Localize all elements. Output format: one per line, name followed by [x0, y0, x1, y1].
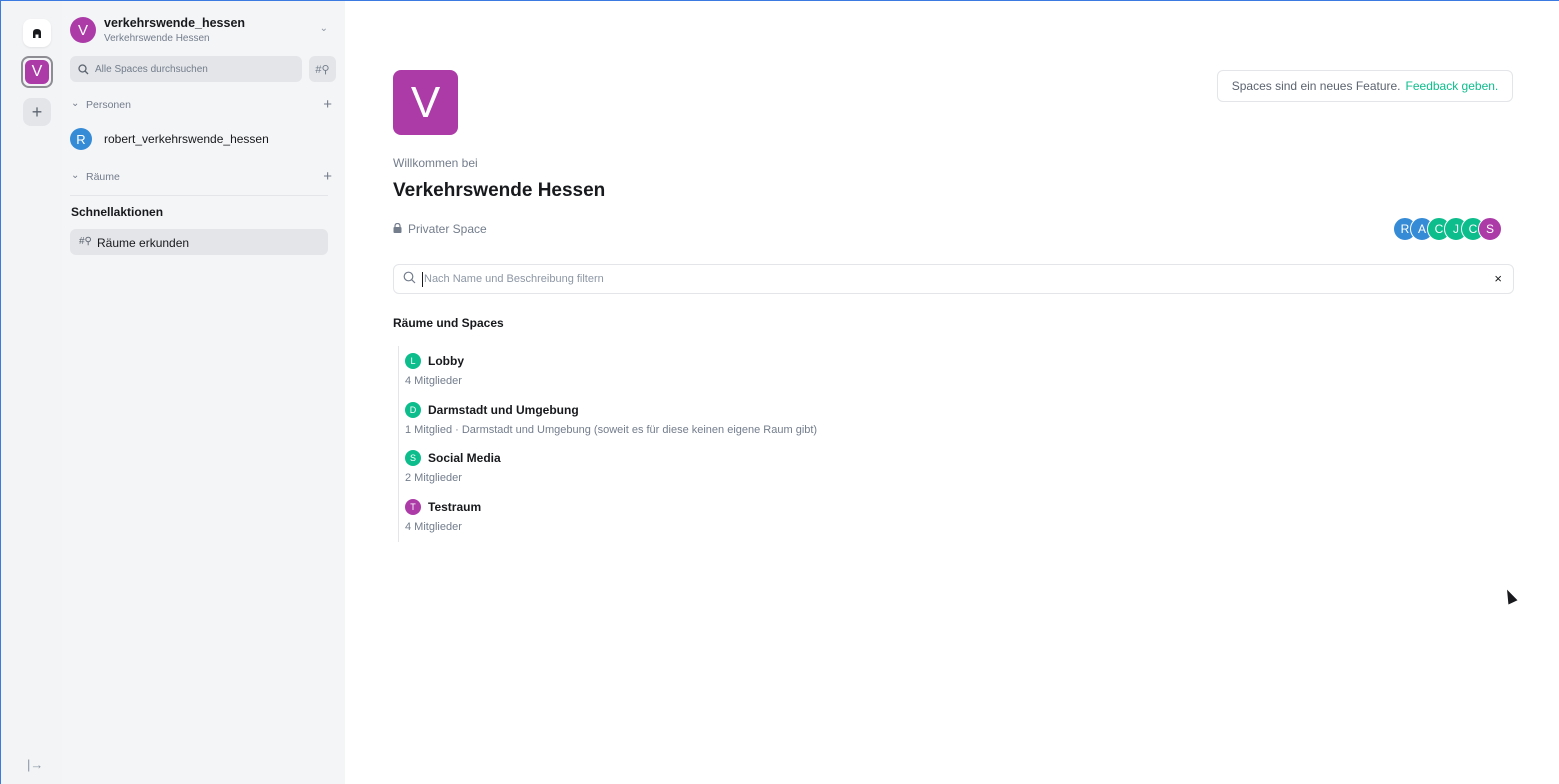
home-icon: [33, 29, 41, 38]
divider: [70, 195, 328, 196]
room-item-social-media[interactable]: S Social Media 2 Mitglieder: [405, 445, 1105, 485]
space-rail: V + |→: [1, 1, 62, 784]
chevron-down-icon: ⌄: [319, 23, 328, 34]
space-subtitle: Verkehrswende Hessen: [104, 33, 210, 44]
dm-name: robert_verkehrswende_hessen: [104, 132, 269, 146]
page-title: Verkehrswende Hessen: [393, 180, 606, 201]
explore-rooms-button[interactable]: #⚲: [309, 56, 336, 82]
member-avatar: S: [1478, 217, 1502, 241]
space-home: V Spaces sind ein neues Feature. Feedbac…: [345, 1, 1559, 784]
rooms-heading: Räume und Spaces: [393, 316, 504, 330]
chevron-down-icon: ⌄: [71, 170, 80, 181]
dm-item-robert[interactable]: R robert_verkehrswende_hessen: [70, 127, 336, 151]
room-item-lobby[interactable]: L Lobby 4 Mitglieder: [405, 348, 1105, 388]
room-name: Darmstadt und Umgebung: [428, 403, 579, 417]
room-avatar: T: [405, 499, 421, 515]
room-item-testraum[interactable]: T Testraum 4 Mitglieder: [405, 494, 1105, 534]
room-avatar: L: [405, 353, 421, 369]
room-name: Lobby: [428, 354, 464, 368]
people-section-header[interactable]: ⌄ Personen +: [70, 96, 336, 115]
explore-icon: #⚲: [315, 63, 330, 76]
room-avatar: D: [405, 402, 421, 418]
space-context-menu-button[interactable]: V verkehrswende_hessen Verkehrswende Hes…: [70, 15, 336, 49]
room-meta: 4 Mitglieder: [405, 521, 462, 533]
room-avatar: S: [405, 450, 421, 466]
space-avatar: V: [70, 17, 96, 43]
room-name: Testraum: [428, 500, 482, 514]
chevron-down-icon: ⌄: [71, 98, 80, 109]
avatar: R: [70, 128, 92, 150]
welcome-label: Willkommen bei: [393, 156, 478, 170]
space-search-input[interactable]: Alle Spaces durchsuchen: [70, 56, 302, 82]
room-meta: 2 Mitglieder: [405, 472, 462, 484]
space-avatar-large: V: [393, 70, 458, 135]
feedback-text: Spaces sind ein neues Feature.: [1231, 79, 1401, 93]
home-button[interactable]: [23, 19, 51, 47]
quick-action-label: Räume erkunden: [97, 236, 190, 250]
quick-actions-title: Schnellaktionen: [71, 205, 164, 219]
rooms-section-label: Räume: [86, 171, 120, 183]
space-button-verkehrswende[interactable]: V: [21, 56, 53, 88]
search-placeholder: Alle Spaces durchsuchen: [95, 63, 208, 75]
room-tree-line: [398, 346, 399, 542]
filter-placeholder: Nach Name und Beschreibung filtern: [424, 273, 604, 285]
space-avatar: V: [25, 60, 49, 84]
room-item-darmstadt[interactable]: D Darmstadt und Umgebung 1 Mitglied · Da…: [405, 397, 1105, 437]
room-name: Social Media: [428, 451, 501, 465]
expand-sidebar-button[interactable]: |→: [27, 757, 43, 772]
privacy-label: Privater Space: [408, 222, 487, 236]
feedback-link[interactable]: Feedback geben.: [1406, 79, 1499, 93]
spaces-feedback-prompt: Spaces sind ein neues Feature. Feedback …: [1217, 70, 1513, 102]
create-space-button[interactable]: +: [23, 98, 51, 126]
add-person-icon[interactable]: +: [323, 96, 332, 113]
explore-icon: #⚲: [79, 236, 92, 247]
rooms-section-header[interactable]: ⌄ Räume +: [70, 168, 336, 187]
explore-rooms-quick-action[interactable]: #⚲ Räume erkunden: [70, 229, 328, 255]
clear-filter-icon[interactable]: ×: [1494, 271, 1502, 286]
room-meta: 4 Mitglieder: [405, 375, 462, 387]
member-avatars[interactable]: R A C J C S: [1393, 217, 1508, 241]
search-icon: [78, 63, 89, 74]
people-section-label: Personen: [86, 99, 131, 111]
room-list-panel: V verkehrswende_hessen Verkehrswende Hes…: [62, 1, 345, 784]
add-room-icon[interactable]: +: [323, 168, 332, 185]
lock-icon: [393, 222, 402, 236]
space-name: verkehrswende_hessen: [104, 16, 246, 30]
text-cursor: [422, 272, 423, 287]
room-filter-input[interactable]: Nach Name und Beschreibung filtern ×: [393, 264, 1514, 294]
privacy-status: Privater Space: [393, 222, 487, 236]
search-icon: [403, 271, 416, 284]
room-meta: 1 Mitglied · Darmstadt und Umgebung (sow…: [405, 424, 818, 436]
